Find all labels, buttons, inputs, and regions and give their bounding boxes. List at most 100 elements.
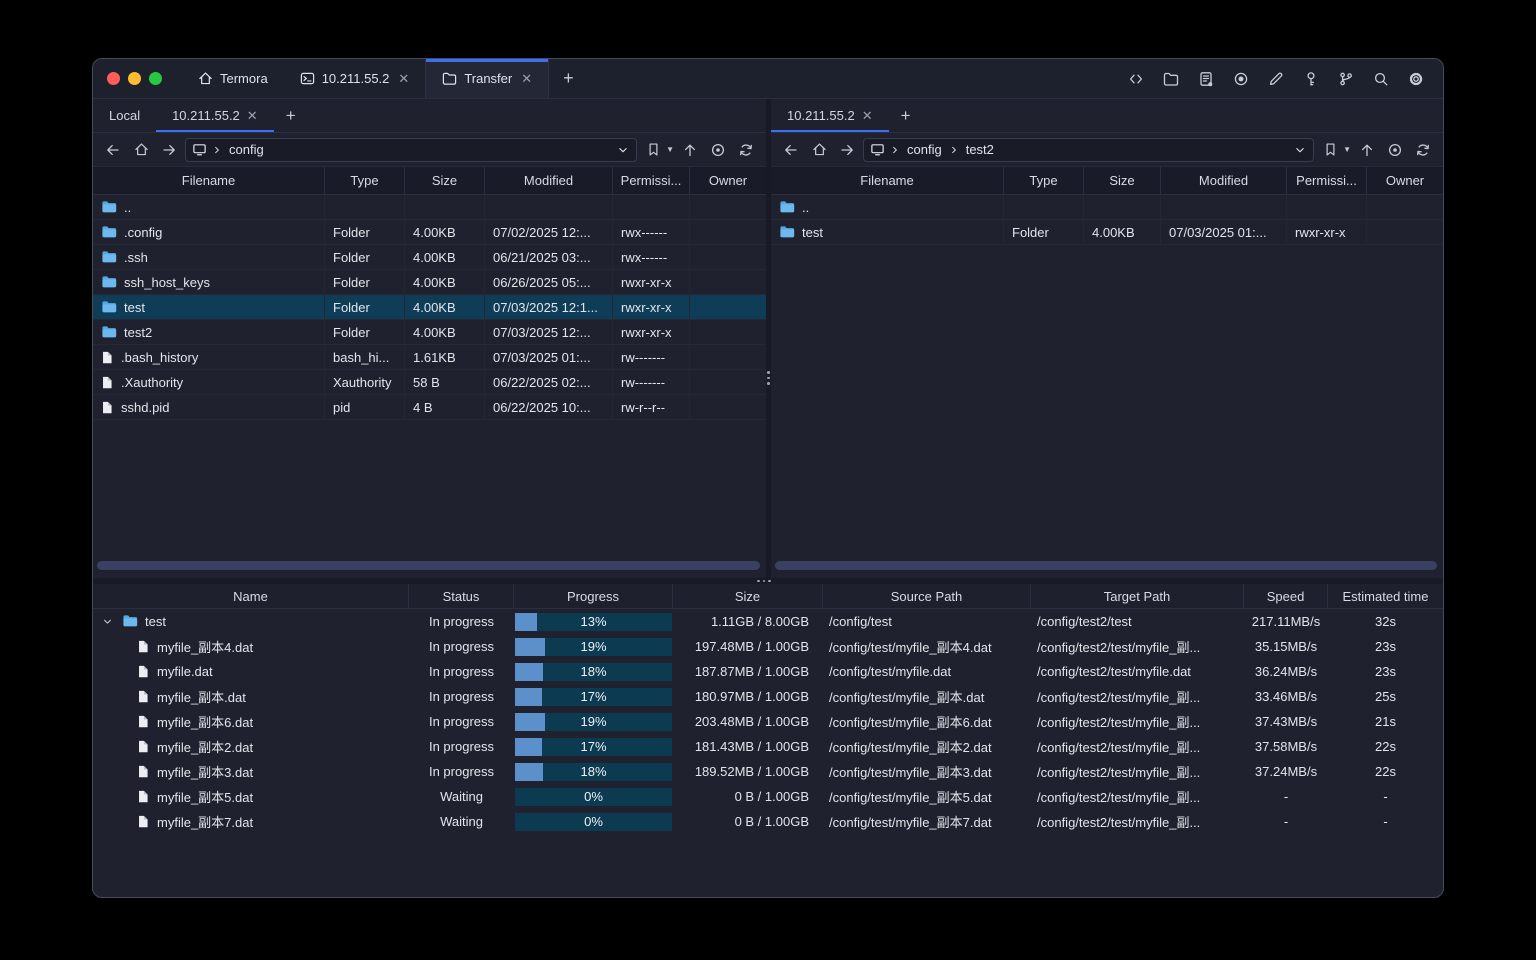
close-icon[interactable]: ✕ xyxy=(521,71,532,87)
breadcrumb-segment[interactable]: test2 xyxy=(964,142,996,157)
transfer-speed: 33.46MB/s xyxy=(1254,689,1318,704)
new-pane-tab-button[interactable]: + xyxy=(889,99,923,132)
bookmark-icon[interactable] xyxy=(1318,138,1342,162)
col-size[interactable]: Size xyxy=(1084,167,1161,194)
back-icon[interactable] xyxy=(779,138,803,162)
col-modified[interactable]: Modified xyxy=(1161,167,1287,194)
zoom-window-button[interactable] xyxy=(149,72,162,85)
col-type[interactable]: Type xyxy=(1004,167,1084,194)
col-name[interactable]: Name xyxy=(93,584,409,608)
settings-icon[interactable] xyxy=(1403,66,1429,92)
table-row[interactable]: .. xyxy=(93,195,766,220)
tab-terminal-session[interactable]: 10.211.55.2 ✕ xyxy=(284,59,426,98)
horizontal-splitter[interactable] xyxy=(93,578,1443,584)
code-icon[interactable] xyxy=(1123,66,1149,92)
transfer-row[interactable]: myfile_副本5.dat Waiting 0% 0 B / 1.00GB /… xyxy=(93,784,1443,809)
table-row[interactable]: test2 Folder 4.00KB 07/03/2025 12:... rw… xyxy=(93,320,766,345)
upload-icon[interactable] xyxy=(1355,138,1379,162)
close-icon[interactable]: ✕ xyxy=(247,108,258,124)
log-icon[interactable] xyxy=(1193,66,1219,92)
forward-icon[interactable] xyxy=(835,138,859,162)
close-icon[interactable]: ✕ xyxy=(862,108,873,124)
path-breadcrumb[interactable]: config test2 xyxy=(863,137,1315,162)
edit-icon[interactable] xyxy=(1263,66,1289,92)
tab-local[interactable]: Local xyxy=(93,99,156,132)
minimize-window-button[interactable] xyxy=(128,72,141,85)
search-icon[interactable] xyxy=(1368,66,1394,92)
horizontal-scrollbar[interactable] xyxy=(775,561,1437,570)
file-icon xyxy=(137,714,150,729)
col-permissions[interactable]: Permissi... xyxy=(613,167,690,194)
refresh-icon[interactable] xyxy=(734,138,758,162)
table-row[interactable]: test Folder 4.00KB 07/03/2025 01:... rwx… xyxy=(771,220,1443,245)
table-row[interactable]: .bash_history bash_hi... 1.61KB 07/03/20… xyxy=(93,345,766,370)
col-target-path[interactable]: Target Path xyxy=(1031,584,1244,608)
transfer-speed: - xyxy=(1283,814,1289,829)
file-owner xyxy=(690,370,766,394)
col-owner[interactable]: Owner xyxy=(690,167,766,194)
col-type[interactable]: Type xyxy=(325,167,405,194)
home-icon[interactable] xyxy=(807,138,831,162)
col-owner[interactable]: Owner xyxy=(1367,167,1443,194)
bookmark-control[interactable]: ▼ xyxy=(1318,138,1351,162)
horizontal-scrollbar[interactable] xyxy=(97,561,760,570)
col-permissions[interactable]: Permissi... xyxy=(1287,167,1367,194)
close-icon[interactable]: ✕ xyxy=(398,71,409,87)
table-row[interactable]: ssh_host_keys Folder 4.00KB 06/26/2025 0… xyxy=(93,270,766,295)
table-row[interactable]: .config Folder 4.00KB 07/02/2025 12:... … xyxy=(93,220,766,245)
home-icon[interactable] xyxy=(129,138,153,162)
col-size[interactable]: Size xyxy=(405,167,485,194)
forward-icon[interactable] xyxy=(157,138,181,162)
table-row[interactable]: .ssh Folder 4.00KB 06/21/2025 03:... rwx… xyxy=(93,245,766,270)
col-source-path[interactable]: Source Path xyxy=(823,584,1031,608)
col-status[interactable]: Status xyxy=(409,584,514,608)
new-pane-tab-button[interactable]: + xyxy=(274,99,308,132)
col-speed[interactable]: Speed xyxy=(1244,584,1328,608)
transfer-row[interactable]: myfile_副本6.dat In progress 19% 203.48MB … xyxy=(93,709,1443,734)
back-icon[interactable] xyxy=(101,138,125,162)
tab-termora[interactable]: Termora xyxy=(182,59,284,98)
chevron-down-icon[interactable] xyxy=(101,615,115,628)
col-filename[interactable]: Filename xyxy=(771,167,1004,194)
chevron-down-icon[interactable]: ▼ xyxy=(666,145,674,154)
table-row[interactable]: sshd.pid pid 4 B 06/22/2025 10:... rw-r-… xyxy=(93,395,766,420)
breadcrumb-segment[interactable]: config xyxy=(905,142,944,157)
tab-remote-host[interactable]: 10.211.55.2 ✕ xyxy=(771,99,889,132)
breadcrumb-segment[interactable]: config xyxy=(227,142,266,157)
table-row[interactable]: .Xauthority Xauthority 58 B 06/22/2025 0… xyxy=(93,370,766,395)
table-row[interactable]: .. xyxy=(771,195,1443,220)
transfer-row[interactable]: myfile_副本3.dat In progress 18% 189.52MB … xyxy=(93,759,1443,784)
record-icon[interactable] xyxy=(1228,66,1254,92)
path-breadcrumb[interactable]: config xyxy=(185,137,638,162)
transfer-row[interactable]: myfile_副本2.dat In progress 17% 181.43MB … xyxy=(93,734,1443,759)
col-modified[interactable]: Modified xyxy=(485,167,613,194)
close-window-button[interactable] xyxy=(107,72,120,85)
tab-remote-host[interactable]: 10.211.55.2 ✕ xyxy=(156,99,274,132)
tab-transfer[interactable]: Transfer ✕ xyxy=(425,59,550,98)
branch-icon[interactable] xyxy=(1333,66,1359,92)
folder-icon[interactable] xyxy=(1158,66,1184,92)
bookmark-control[interactable]: ▼ xyxy=(641,138,674,162)
refresh-icon[interactable] xyxy=(1411,138,1435,162)
table-row-selected[interactable]: test Folder 4.00KB 07/03/2025 12:1... rw… xyxy=(93,295,766,320)
chevron-down-icon[interactable] xyxy=(616,143,630,157)
col-estimated-time[interactable]: Estimated time xyxy=(1328,584,1443,608)
transfer-row[interactable]: test In progress 13% 1.11GB / 8.00GB /co… xyxy=(93,609,1443,634)
transfer-row[interactable]: myfile_副本7.dat Waiting 0% 0 B / 1.00GB /… xyxy=(93,809,1443,834)
show-hidden-icon[interactable] xyxy=(1383,138,1407,162)
new-tab-button[interactable]: + xyxy=(549,59,588,98)
col-filename[interactable]: Filename xyxy=(93,167,325,194)
col-progress[interactable]: Progress xyxy=(514,584,673,608)
bookmark-icon[interactable] xyxy=(641,138,665,162)
chevron-down-icon[interactable]: ▼ xyxy=(1343,145,1351,154)
col-size[interactable]: Size xyxy=(673,584,823,608)
transfer-row[interactable]: myfile.dat In progress 18% 187.87MB / 1.… xyxy=(93,659,1443,684)
key-icon[interactable] xyxy=(1298,66,1324,92)
show-hidden-icon[interactable] xyxy=(706,138,730,162)
transfer-row[interactable]: myfile_副本4.dat In progress 19% 197.48MB … xyxy=(93,634,1443,659)
upload-icon[interactable] xyxy=(678,138,702,162)
chevron-down-icon[interactable] xyxy=(1293,143,1307,157)
filename: .. xyxy=(802,199,810,215)
transfer-row[interactable]: myfile_副本.dat In progress 17% 180.97MB /… xyxy=(93,684,1443,709)
target-path: /config/test2/test/myfile_副... xyxy=(1037,765,1201,780)
